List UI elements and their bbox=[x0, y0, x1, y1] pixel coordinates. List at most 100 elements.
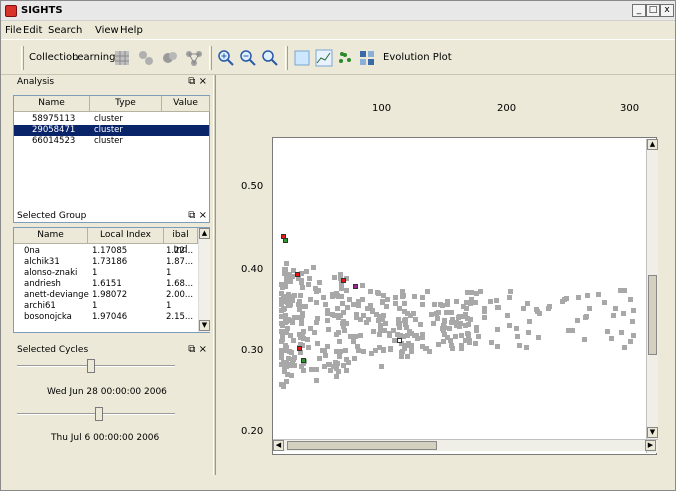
highlighted-point[interactable] bbox=[283, 238, 288, 243]
plot-vscrollbar[interactable]: ▲ ▼ bbox=[646, 139, 658, 453]
scroll-up-icon[interactable]: ▲ bbox=[199, 228, 210, 239]
close-button[interactable]: x bbox=[660, 4, 674, 17]
cluster-icon[interactable] bbox=[161, 49, 179, 67]
matrix-icon[interactable] bbox=[358, 49, 376, 67]
selected-group-dock-header[interactable]: Selected Group ⧉ × bbox=[13, 209, 211, 224]
scatter-point bbox=[601, 299, 607, 305]
scatter-point bbox=[441, 317, 447, 323]
scatter-point bbox=[279, 302, 285, 308]
zoom-in-icon[interactable] bbox=[217, 49, 235, 67]
scatter-point bbox=[333, 366, 339, 372]
scatter-point bbox=[534, 306, 540, 312]
end-date-label: Thu Jul 6 00:00:00 2006 bbox=[51, 433, 160, 443]
scatter-point bbox=[360, 348, 366, 354]
menu-file[interactable]: File bbox=[5, 25, 22, 36]
table-row-selected[interactable]: 29058471 cluster bbox=[14, 125, 209, 136]
analysis-col-value[interactable]: Value bbox=[162, 96, 210, 112]
toolbar-grip-2[interactable] bbox=[209, 46, 212, 70]
scatter-point bbox=[493, 298, 499, 304]
group-col-name[interactable]: Name bbox=[14, 228, 88, 244]
dock-splitter[interactable] bbox=[213, 75, 216, 475]
scroll-down-icon[interactable]: ▼ bbox=[647, 427, 658, 438]
scatter-point bbox=[525, 300, 531, 306]
menu-edit[interactable]: Edit bbox=[23, 25, 42, 36]
table-row[interactable]: anett-deviange 1.98072 2.00... bbox=[14, 290, 197, 301]
scatter-point bbox=[314, 366, 320, 372]
scroll-up-icon[interactable]: ▲ bbox=[647, 139, 658, 150]
hscroll-thumb[interactable] bbox=[287, 441, 437, 450]
scatter-point bbox=[343, 287, 349, 293]
maximize-button[interactable]: □ bbox=[646, 4, 660, 17]
scatter-point bbox=[495, 304, 501, 310]
table-row[interactable]: alchik31 1.73186 1.87... bbox=[14, 257, 197, 268]
start-slider-handle[interactable] bbox=[87, 359, 95, 373]
group-col-global-index[interactable]: ibal Ind bbox=[164, 228, 198, 255]
analysis-table[interactable]: Name Type Value 58975113 cluster 2905847… bbox=[13, 95, 210, 223]
scroll-right-icon[interactable]: ▶ bbox=[645, 440, 656, 451]
evolution-plot-button[interactable]: Evolution Plot bbox=[383, 52, 452, 63]
minimize-button[interactable]: _ bbox=[632, 4, 646, 17]
table-row[interactable]: bosonojcka 1.97046 2.15... bbox=[14, 312, 197, 323]
table-row[interactable]: archi61 1 1 bbox=[14, 301, 197, 312]
highlighted-point[interactable] bbox=[295, 272, 300, 277]
table-row[interactable]: 66014523 cluster bbox=[14, 136, 209, 147]
highlighted-point[interactable] bbox=[353, 284, 358, 289]
end-slider-handle[interactable] bbox=[95, 407, 103, 421]
cell: bosonojcka bbox=[24, 312, 72, 322]
analysis-col-type[interactable]: Type bbox=[90, 96, 162, 112]
selected-cycles-dock-header[interactable]: Selected Cycles ⧉ × bbox=[13, 343, 211, 358]
scatter-point bbox=[609, 336, 615, 342]
analysis-dock-header[interactable]: Analysis ⧉ × bbox=[13, 75, 211, 90]
menu-help[interactable]: Help bbox=[120, 25, 143, 36]
float-icon[interactable]: ⧉ × bbox=[188, 344, 207, 355]
cell: 1 bbox=[92, 301, 98, 311]
learning-button[interactable]: Learning bbox=[72, 52, 115, 63]
selected-group-table[interactable]: Name Local Index ibal Ind 0na 1.17085 1.22… bbox=[13, 227, 210, 333]
scatter-point bbox=[358, 317, 364, 323]
scroll-left-icon[interactable]: ◀ bbox=[273, 440, 284, 451]
highlighted-point[interactable] bbox=[297, 346, 302, 351]
zoom-out-icon[interactable] bbox=[239, 49, 257, 67]
cell: 1 bbox=[166, 301, 172, 311]
zoom-reset-icon[interactable] bbox=[261, 49, 279, 67]
toolbar-grip-3[interactable] bbox=[285, 46, 288, 70]
start-slider-track[interactable] bbox=[17, 365, 175, 367]
scatter-point bbox=[292, 293, 298, 299]
group-vscrollbar[interactable]: ▲ ▼ bbox=[198, 228, 210, 332]
group-col-local-index[interactable]: Local Index bbox=[88, 228, 164, 244]
table-row[interactable]: 58975113 cluster bbox=[14, 114, 209, 125]
table-row[interactable]: andriesh 1.6151 1.68... bbox=[14, 279, 197, 290]
scatter-point bbox=[474, 291, 480, 297]
scatter-icon[interactable] bbox=[336, 49, 354, 67]
menu-search[interactable]: Search bbox=[48, 25, 82, 36]
scatter-point bbox=[388, 346, 394, 352]
nodes-icon[interactable] bbox=[137, 49, 155, 67]
scatter-point bbox=[358, 333, 364, 339]
float-icon[interactable]: ⧉ × bbox=[188, 76, 207, 87]
highlighted-point[interactable] bbox=[301, 358, 306, 363]
table-row[interactable]: 0na 1.17085 1.22... bbox=[14, 246, 197, 257]
plot-hscrollbar[interactable]: ◀ ▶ bbox=[273, 439, 658, 451]
blank-icon[interactable] bbox=[293, 49, 311, 67]
y-tick-040: 0.40 bbox=[241, 264, 264, 275]
scatter-plot-canvas[interactable] bbox=[272, 137, 657, 455]
grid-icon[interactable] bbox=[113, 49, 131, 67]
menu-view[interactable]: View bbox=[95, 25, 119, 36]
scatter-point bbox=[283, 320, 289, 326]
vscroll-thumb[interactable] bbox=[648, 275, 657, 355]
table-row[interactable]: alonso-znaki 1 1 bbox=[14, 268, 197, 279]
scatter-point bbox=[472, 340, 478, 346]
network-icon[interactable] bbox=[185, 49, 203, 67]
scatter-point bbox=[287, 348, 293, 354]
scatter-point bbox=[507, 294, 513, 300]
scroll-down-icon[interactable]: ▼ bbox=[199, 320, 210, 331]
highlighted-point[interactable] bbox=[397, 338, 402, 343]
plot-area: 100 200 300 0.50 0.40 0.30 0.20 bbox=[217, 75, 675, 479]
analysis-col-name[interactable]: Name bbox=[14, 96, 90, 112]
float-icon[interactable]: ⧉ × bbox=[188, 210, 207, 221]
line-plot-icon[interactable] bbox=[315, 49, 333, 67]
highlighted-point[interactable] bbox=[341, 278, 346, 283]
scatter-point bbox=[620, 311, 626, 317]
toolbar-grip[interactable] bbox=[21, 46, 24, 70]
scatter-point bbox=[344, 305, 350, 311]
